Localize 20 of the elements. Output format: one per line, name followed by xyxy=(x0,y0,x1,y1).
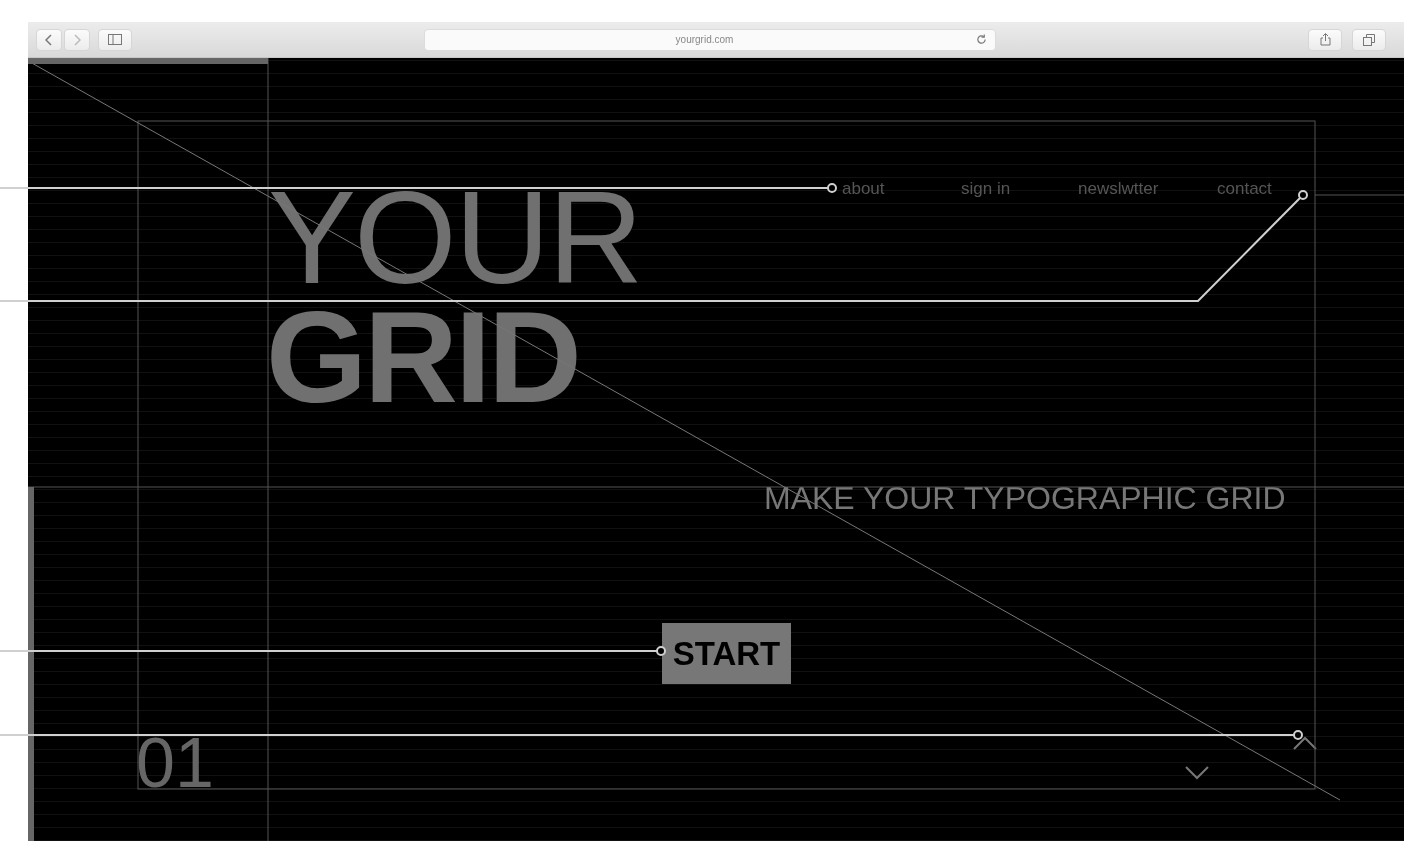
share-button[interactable] xyxy=(1308,28,1342,51)
chevron-left-icon xyxy=(45,33,53,46)
chevron-down-icon[interactable] xyxy=(1185,766,1209,780)
start-button[interactable]: START xyxy=(662,623,791,684)
address-text: yourgrid.com xyxy=(674,33,735,47)
tabs-icon xyxy=(1363,33,1375,46)
title-bold: GRID xyxy=(266,292,579,422)
tabs-button[interactable] xyxy=(1352,28,1386,51)
nav-link[interactable]: about xyxy=(842,180,885,197)
sidebar-button[interactable] xyxy=(98,28,132,51)
reload-icon[interactable] xyxy=(976,34,987,45)
sidebar-icon xyxy=(108,34,122,45)
chevron-up-icon[interactable] xyxy=(1293,736,1317,750)
address-field[interactable]: yourgrid.com xyxy=(424,28,996,51)
nav-link[interactable]: contact xyxy=(1217,180,1272,197)
nav-link[interactable]: newslwtter xyxy=(1078,180,1159,197)
page-counter: 01 xyxy=(136,728,214,798)
share-icon xyxy=(1319,33,1331,46)
chevron-right-icon xyxy=(73,33,81,46)
nav-link[interactable]: sign in xyxy=(961,180,1011,197)
